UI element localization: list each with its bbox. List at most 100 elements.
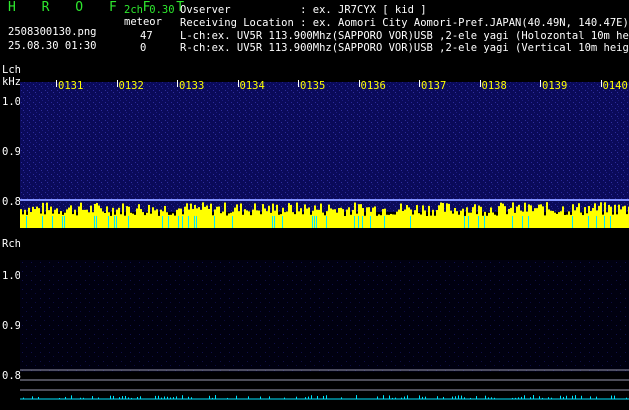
trace-spike	[458, 395, 459, 399]
signal-bar	[416, 205, 418, 228]
trace-spike	[98, 397, 99, 399]
signal-bar	[200, 209, 202, 228]
trace-spike	[392, 397, 393, 399]
signal-bar	[360, 204, 362, 228]
signal-bar	[256, 210, 258, 228]
signal-bar	[348, 207, 350, 228]
trace-spike	[38, 396, 39, 399]
signal-bar	[538, 204, 540, 228]
signal-bar	[594, 203, 596, 228]
signal-trace	[522, 216, 523, 228]
signal-bar	[36, 206, 38, 228]
signal-bar	[240, 203, 242, 228]
signal-bar	[262, 204, 264, 228]
signal-bar	[112, 207, 114, 228]
signal-bar	[216, 206, 218, 228]
signal-bar	[152, 207, 154, 228]
rch-label: Rch	[2, 238, 21, 250]
signal-bar	[418, 213, 420, 228]
signal-bar	[258, 210, 260, 228]
trace-spike	[167, 396, 168, 399]
signal-bar	[310, 214, 312, 228]
signal-bar	[106, 206, 108, 228]
signal-bar	[372, 207, 374, 228]
channel-label: 2ch 0.30	[124, 4, 175, 16]
signal-trace	[572, 216, 573, 228]
signal-bar	[228, 213, 230, 228]
signal-trace	[528, 216, 529, 228]
signal-bar	[516, 206, 518, 228]
signal-bar	[150, 213, 152, 228]
signal-bar	[292, 212, 294, 228]
signal-bar	[492, 212, 494, 228]
signal-bar	[546, 202, 548, 228]
signal-trace	[604, 216, 605, 228]
signal-trace	[274, 216, 275, 228]
signal-bar	[466, 207, 468, 228]
signal-bar	[618, 204, 620, 228]
time-label-0138: 0138	[481, 80, 507, 92]
signal-bar	[318, 209, 320, 228]
trace-spike	[491, 397, 492, 399]
signal-trace	[196, 216, 197, 228]
signal-bar	[320, 203, 322, 228]
signal-trace	[362, 216, 363, 228]
trace-spike	[170, 397, 171, 399]
signal-bar	[110, 215, 112, 228]
trace-spike	[533, 395, 534, 399]
signal-trace	[512, 216, 513, 228]
signal-bar	[432, 209, 434, 228]
time-label-0131: 0131	[58, 80, 84, 92]
signal-bar	[540, 204, 542, 228]
signal-bar	[608, 204, 610, 228]
signal-bar	[280, 214, 282, 228]
trace-spike	[539, 396, 540, 399]
signal-bar	[624, 205, 626, 228]
signal-bar	[98, 205, 100, 228]
signal-bar	[142, 212, 144, 228]
signal-bar	[544, 215, 546, 228]
signal-bar	[38, 208, 40, 228]
signal-bar	[592, 207, 594, 228]
signal-bar	[308, 207, 310, 228]
signal-bar	[204, 206, 206, 228]
signal-bar	[430, 215, 432, 228]
signal-bar	[242, 214, 244, 228]
signal-bar	[68, 207, 70, 228]
signal-bar	[86, 209, 88, 228]
signal-trace	[128, 216, 129, 228]
signal-trace	[588, 216, 589, 228]
signal-bar	[390, 213, 392, 228]
signal-trace	[316, 216, 317, 228]
signal-bar	[346, 209, 348, 228]
signal-bar	[122, 203, 124, 228]
signal-bar	[278, 214, 280, 228]
signal-bar	[102, 211, 104, 228]
signal-trace	[42, 216, 43, 228]
trace-spike	[530, 397, 531, 399]
signal-bar	[476, 214, 478, 228]
signal-bar	[264, 208, 266, 228]
signal-bar	[342, 209, 344, 228]
signal-bar	[590, 211, 592, 228]
signal-bar	[462, 208, 464, 228]
trace-spike	[548, 397, 549, 399]
rch-tick-1-0: 1.0	[2, 270, 21, 282]
trace-spike	[590, 396, 591, 399]
signal-bar	[234, 207, 236, 228]
trace-spike	[560, 395, 561, 399]
trace-spike	[395, 397, 396, 399]
signal-bar	[442, 202, 444, 228]
trace-spike	[317, 395, 318, 399]
signal-bar	[424, 210, 426, 228]
trace-spike	[23, 397, 24, 399]
signal-bar	[364, 215, 366, 228]
signal-bar	[328, 204, 330, 228]
signal-bar	[172, 213, 174, 228]
signal-bar	[72, 214, 74, 228]
lch-spectrogram-bg	[20, 82, 629, 212]
trace-spike	[341, 397, 342, 399]
signal-bar	[436, 209, 438, 228]
signal-trace	[162, 216, 163, 228]
lch-info-line: L-ch:ex. UV5R 113.900Mhz(SAPPORO VOR)USB…	[180, 30, 629, 42]
